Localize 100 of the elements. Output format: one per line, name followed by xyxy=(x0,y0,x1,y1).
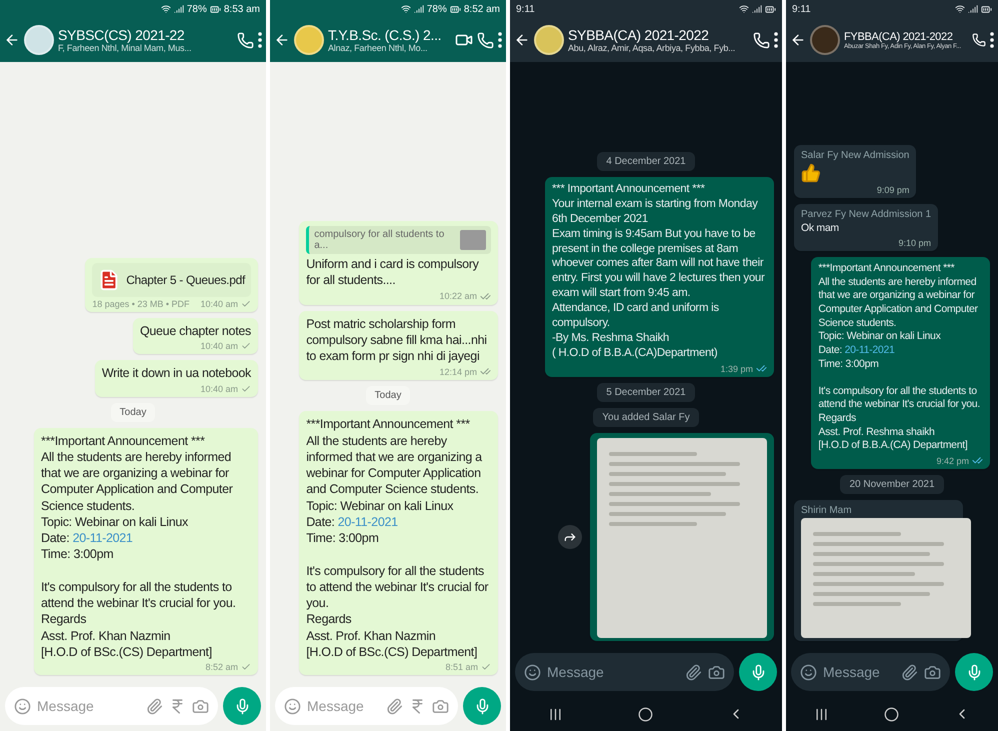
attach-button[interactable] xyxy=(685,664,702,680)
date-chip: 4 December 2021 xyxy=(597,152,695,171)
sender-name: Shirin Mam xyxy=(801,505,853,516)
quoted-text: compulsory for all students to a... xyxy=(314,229,446,251)
signal-icon xyxy=(414,4,424,14)
emoji-icon[interactable] xyxy=(284,698,301,714)
call-button[interactable] xyxy=(477,32,494,48)
menu-button[interactable] xyxy=(498,32,502,48)
camera-icon xyxy=(192,698,209,714)
date-link[interactable]: 20-11-2021 xyxy=(844,344,895,356)
group-name[interactable]: SYBSC(CS) 2021-22 xyxy=(58,27,184,43)
message-text: ***Important Announcement *** All the students are hereby informed that we are organizing a webinar for Computer Application and Computer Science students. Topic: Webinar on kali Linux Date: 20-11-2021 Time: 3:00pm It's compulsory for all the students to attend the webinar It's crucial for you. Regards Asst. Prof. Khan Nazmin [H.O.D of BSc.(CS) Department] xyxy=(306,416,490,660)
message-time: 8:51 am xyxy=(445,662,478,672)
back-button[interactable] xyxy=(790,32,806,48)
camera-icon xyxy=(432,698,449,714)
back-button[interactable] xyxy=(514,32,530,48)
menu-icon xyxy=(258,32,262,48)
status-time: 8:52 am xyxy=(464,4,500,14)
home-button[interactable] xyxy=(884,706,899,722)
home-icon xyxy=(884,706,899,722)
mic-button[interactable] xyxy=(955,653,993,691)
group-members: F, Farheen Nthl, Minal Mam, Mus... xyxy=(58,43,192,53)
message-time: 12:14 pm xyxy=(439,366,477,377)
date-chip: 5 December 2021 xyxy=(597,383,695,402)
thumbs-up-icon xyxy=(801,163,821,184)
wifi-icon xyxy=(954,4,965,14)
group-name[interactable]: FYBBA(CA) 2021-2022 xyxy=(844,30,953,42)
quoted-message[interactable]: compulsory for all students to a... xyxy=(306,226,491,254)
group-members: Abu, Alraz, Amir, Aqsa, Arbiya, Fybba, Fyb... xyxy=(568,43,736,53)
camera-button[interactable] xyxy=(924,664,941,680)
paperclip-icon xyxy=(685,664,702,680)
phone-icon xyxy=(753,32,770,48)
home-button[interactable] xyxy=(638,706,653,722)
back-button[interactable] xyxy=(4,32,20,48)
message-field[interactable]: Message xyxy=(5,687,218,725)
message-text: Ok mam xyxy=(801,222,840,236)
message-time: 10:40 am xyxy=(200,341,238,352)
emoji-icon[interactable] xyxy=(14,698,31,714)
call-button[interactable] xyxy=(237,32,254,48)
camera-icon xyxy=(924,664,941,680)
group-name[interactable]: T.Y.B.Sc. (C.S.) 2... xyxy=(328,27,442,43)
date-chip: Today xyxy=(110,402,156,422)
date-chip: You added Salar Fy xyxy=(593,408,699,427)
attach-button[interactable] xyxy=(386,698,403,714)
home-icon xyxy=(638,706,653,722)
message-text: Queue chapter notes xyxy=(140,323,251,340)
attach-button[interactable] xyxy=(146,698,163,714)
paperclip-icon xyxy=(386,698,403,714)
date-chip: Today xyxy=(366,386,410,406)
status-time: 9:11 xyxy=(792,4,811,14)
recent-apps-button[interactable] xyxy=(814,706,829,722)
document-attachment[interactable]: Chapter 5 - Queues.pdf xyxy=(92,263,251,297)
group-avatar[interactable] xyxy=(294,25,324,55)
pdf-file-icon xyxy=(98,269,120,291)
mic-button[interactable] xyxy=(739,653,777,691)
emoji-icon[interactable] xyxy=(524,664,541,680)
message-input[interactable]: Message xyxy=(823,664,895,680)
call-button[interactable] xyxy=(972,33,986,47)
back-button[interactable] xyxy=(274,32,290,48)
group-avatar[interactable] xyxy=(24,25,54,55)
message-text: ***Important Announcement *** All the students are hereby informed that we are organizing a webinar for Computer Application and Computer Science students. Topic: Webinar on kali Linux Date: 20-11-2021 Time: 3:00pm It's compulsory for all the students to attend the webinar It's crucial for you. Regards Asst. Prof. Reshma shaikh [H.O.D of B.B.A.(CA) Department] xyxy=(818,262,981,453)
camera-button[interactable] xyxy=(192,698,209,714)
group-avatar[interactable] xyxy=(534,25,564,55)
attach-button[interactable] xyxy=(901,664,918,680)
file-name: Chapter 5 - Queues.pdf xyxy=(126,273,245,287)
camera-button[interactable] xyxy=(432,698,449,714)
message-field[interactable]: Message xyxy=(791,653,950,691)
quote-thumbnail xyxy=(460,230,486,250)
message-time: 10:40 am xyxy=(200,299,238,309)
signal-icon xyxy=(968,4,978,14)
phone-icon xyxy=(972,33,986,47)
menu-button[interactable] xyxy=(774,32,778,48)
recent-apps-icon xyxy=(548,706,563,722)
group-members: Alnaz, Farheen Nthl, Mo... xyxy=(328,43,428,53)
back-arrow-icon xyxy=(274,32,290,48)
signal-icon xyxy=(752,4,762,14)
message-input[interactable]: Message xyxy=(307,698,380,714)
message-input[interactable]: Message xyxy=(37,698,140,714)
wifi-icon xyxy=(738,4,749,14)
call-button[interactable] xyxy=(753,32,770,48)
menu-icon xyxy=(990,32,994,48)
camera-button[interactable] xyxy=(708,664,725,680)
recent-apps-button[interactable] xyxy=(548,706,563,722)
message-text: Post matric scholarship form compulsory sabne fill kma hai...nhi to exam form pr sign nhi di jayegi xyxy=(306,316,488,364)
menu-button[interactable] xyxy=(990,32,994,48)
message-field[interactable]: Message xyxy=(275,687,458,725)
wifi-icon xyxy=(160,4,171,14)
menu-button[interactable] xyxy=(258,32,262,48)
group-name[interactable]: SYBBA(CA) 2021-2022 xyxy=(568,27,709,43)
battery-icon xyxy=(450,4,461,14)
battery-icon xyxy=(764,4,776,14)
paperclip-icon xyxy=(901,664,918,680)
message-text: *** Important Announcement *** Your internal exam is starting from Monday 6th December 2021 Exam timing is 9:45am But you have to be present in the college premises at 8am whoever comes after 8am will not have their entry. First you will have 2 lectures then your exam will start from 9:45 am. Attendance, ID card and uniform is compulsory. -By Ms. Reshma Shaikh ( H.O.D of B.B.A.(CA)Department) xyxy=(552,182,766,361)
emoji-icon[interactable] xyxy=(800,664,817,680)
message-text: Write it down in ua notebook xyxy=(102,365,251,382)
message-input[interactable]: Message xyxy=(547,664,679,680)
message-field[interactable]: Message xyxy=(515,653,734,691)
forward-button[interactable] xyxy=(558,525,582,549)
status-time: 8:53 am xyxy=(224,4,260,14)
message-time: 9:10 pm xyxy=(898,238,932,248)
